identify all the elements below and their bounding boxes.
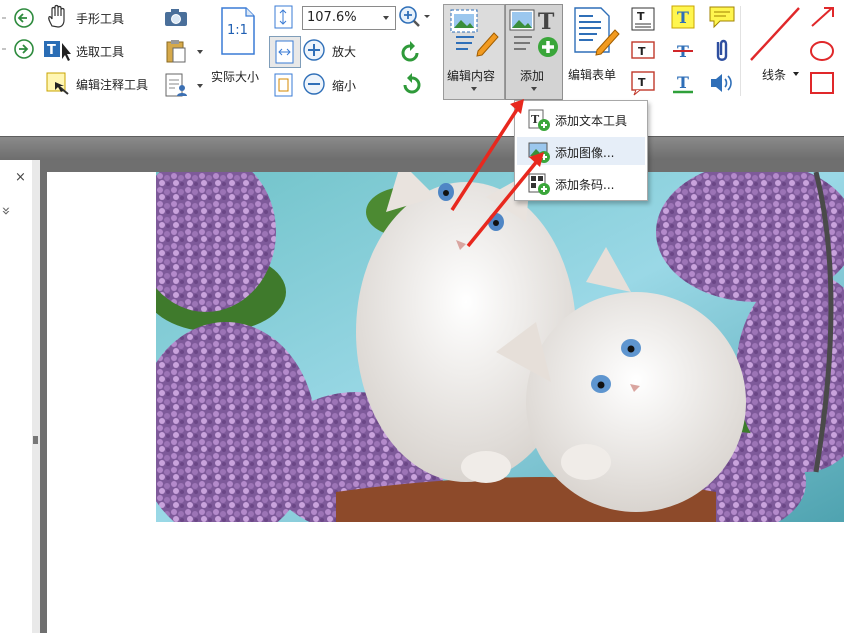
text-field-icon[interactable]: T (630, 6, 656, 32)
forward-button[interactable] (0, 37, 36, 61)
zoom-in-button[interactable]: 放大 (302, 38, 372, 62)
svg-text:T: T (538, 9, 555, 35)
add-label: 添加 (520, 69, 545, 83)
rotate-right-icon[interactable] (398, 72, 424, 96)
callout-icon[interactable]: T (630, 70, 656, 96)
edit-form-icon (574, 7, 620, 56)
clipboard-button[interactable] (163, 38, 205, 64)
hand-tool-label: 手形工具 (76, 12, 125, 26)
navigation-panel: × » (0, 160, 33, 633)
plus-circle-icon (303, 39, 325, 61)
note-icon[interactable] (708, 4, 738, 30)
attachment-icon[interactable] (708, 36, 738, 64)
add-objects-icon: T (509, 9, 558, 57)
edit-content-button[interactable]: 编辑内容 (443, 4, 505, 100)
barcode-add-icon (528, 173, 550, 195)
close-panel-button[interactable]: × (15, 170, 26, 185)
edit-annotation-label: 编辑注释工具 (76, 78, 149, 92)
tab-strip (0, 104, 844, 136)
camera-icon[interactable] (163, 6, 189, 28)
chevron-down-icon (197, 84, 203, 88)
rotate-left-icon[interactable] (398, 40, 424, 64)
hand-tool-button[interactable]: 手形工具 (44, 4, 144, 30)
svg-text:T: T (677, 8, 689, 27)
fit-page-icon[interactable] (273, 4, 295, 30)
zoom-tool-icon[interactable] (397, 4, 431, 30)
chevron-down-icon (793, 72, 799, 76)
forward-arrow-icon (2, 39, 34, 59)
svg-text:T: T (638, 45, 646, 58)
lines-tool-button[interactable]: 线条 (745, 4, 803, 96)
fit-width-icon (275, 40, 294, 64)
text-box-icon[interactable]: T (630, 38, 656, 64)
menu-item-add-barcode[interactable]: 添加条码... (517, 169, 645, 197)
sound-icon[interactable] (708, 70, 738, 96)
image-add-icon (528, 142, 550, 163)
document-tab-bar (0, 136, 844, 161)
menu-item-add-text-tool[interactable]: T 添加文本工具 (517, 105, 645, 133)
splitter-grip[interactable] (33, 436, 38, 444)
actual-size-ratio: 1:1 (227, 23, 248, 38)
document-person-icon (165, 73, 187, 97)
svg-text:T: T (47, 43, 56, 58)
add-button[interactable]: T 添加 (505, 4, 563, 100)
zoom-out-label: 缩小 (332, 79, 357, 93)
underline-icon[interactable]: T (670, 70, 696, 96)
actual-size-button[interactable]: 1:1 实际大小 (208, 4, 270, 96)
clipboard-icon (166, 40, 186, 63)
chevron-down-icon (383, 16, 389, 20)
strikeout-icon[interactable]: T (670, 38, 696, 64)
rectangle-shape-icon[interactable] (808, 70, 844, 96)
lines-label: 线条 (762, 68, 787, 82)
select-tool-button[interactable]: T 选取工具 (44, 37, 144, 63)
fit-visible-icon[interactable] (273, 72, 295, 98)
ribbon-toolbar: 手形工具 T 选取工具 编辑注释工具 1:1 实际大小 107.6% 放大 缩小… (0, 0, 844, 105)
typewriter-icon[interactable]: T (670, 4, 696, 30)
select-text-icon: T (44, 41, 71, 61)
select-tool-label: 选取工具 (76, 45, 125, 59)
svg-text:T: T (637, 10, 645, 23)
back-button[interactable] (0, 6, 36, 30)
add-dropdown-menu: T 添加文本工具 添加图像... 添加条码... (514, 100, 648, 201)
text-add-icon: T (528, 109, 550, 131)
edit-content-label: 编辑内容 (447, 69, 496, 83)
document-tools-button[interactable] (163, 72, 205, 98)
svg-text:T: T (638, 76, 646, 89)
minus-circle-icon (303, 73, 325, 95)
zoom-out-button[interactable]: 缩小 (302, 72, 372, 96)
menu-item-label: 添加条码... (555, 178, 615, 192)
separator (740, 6, 741, 96)
chevron-down-icon (197, 50, 203, 54)
edit-content-icon (450, 9, 499, 57)
page-image-kittens[interactable] (156, 172, 844, 522)
chevron-down-icon (531, 87, 537, 91)
edit-form-label: 编辑表单 (568, 68, 617, 82)
zoom-in-label: 放大 (332, 45, 357, 59)
back-arrow-icon (2, 8, 34, 28)
zoom-select[interactable]: 107.6% (302, 6, 396, 30)
chevron-down-icon (471, 87, 477, 91)
menu-item-add-image[interactable]: 添加图像... (517, 137, 645, 165)
edit-form-button[interactable]: 编辑表单 (565, 4, 627, 98)
collapse-panel-button[interactable]: » (0, 206, 16, 215)
edit-annotation-tool-button[interactable]: 编辑注释工具 (44, 70, 162, 96)
actual-size-label: 实际大小 (211, 70, 260, 84)
menu-item-label: 添加文本工具 (555, 114, 628, 128)
annotation-edit-icon (46, 72, 69, 95)
hand-icon (48, 4, 65, 28)
line-icon (750, 7, 800, 61)
oval-shape-icon[interactable] (808, 38, 844, 64)
svg-text:T: T (677, 73, 689, 92)
kittens-photo-illustration (156, 172, 844, 522)
zoom-value: 107.6% (307, 10, 357, 25)
fit-width-button[interactable] (269, 36, 301, 68)
arrow-shape-icon[interactable] (808, 4, 844, 30)
menu-item-label: 添加图像... (555, 146, 615, 160)
